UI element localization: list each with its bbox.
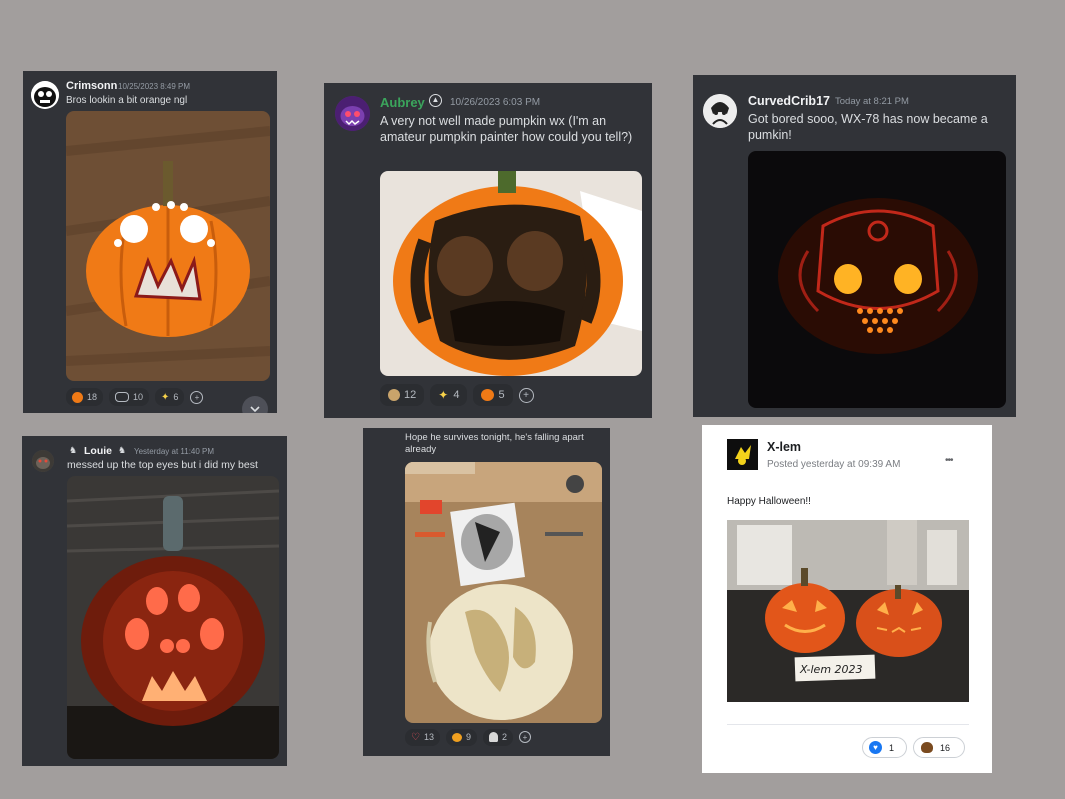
post-text: Happy Halloween!! <box>727 496 811 507</box>
reaction-count: 4 <box>453 389 460 401</box>
avatar[interactable] <box>335 96 370 131</box>
avatar[interactable] <box>32 450 54 472</box>
reaction-count: 18 <box>87 392 98 402</box>
timestamp: Today at 8:21 PM <box>835 96 909 107</box>
poop-icon <box>921 742 933 753</box>
username[interactable]: Louie <box>84 445 112 457</box>
timestamp: 10/26/2023 6:03 PM <box>450 97 541 108</box>
reaction-count: 1 <box>889 742 895 753</box>
painted-pumpkin-photo <box>66 111 270 381</box>
attachment-image[interactable] <box>66 111 270 381</box>
sparkles-icon: ✦ <box>438 388 449 402</box>
jack-o-lantern-icon <box>481 389 495 401</box>
avatar[interactable] <box>703 94 737 128</box>
heart-outline-icon: ♡ <box>411 731 420 743</box>
ghost-icon <box>489 732 498 742</box>
reaction-count: 13 <box>423 732 434 742</box>
sign-text: X-lem 2023 <box>799 663 863 676</box>
username[interactable]: Aubrey <box>380 95 425 110</box>
add-reaction-icon[interactable]: + <box>519 731 532 743</box>
message-card-aubrey: Aubrey ▲ 10/26/2023 6:03 PM A very not w… <box>324 83 652 418</box>
message-text: messed up the top eyes but i did my best <box>67 459 258 471</box>
timestamp: Yesterday at 11:40 PM <box>134 447 215 456</box>
reaction-sparkles[interactable]: ✦ 4 <box>430 384 468 406</box>
timestamp: 10/25/2023 8:49 PM <box>118 82 191 91</box>
reaction-jack-o-lantern[interactable]: 5 <box>473 384 513 406</box>
add-reaction-icon[interactable]: + <box>518 387 534 403</box>
reaction-count: 9 <box>465 732 471 742</box>
scroll-down-button[interactable] <box>242 396 268 413</box>
timestamp: Posted yesterday at 09:39 AM <box>767 459 901 470</box>
reaction-count: 5 <box>498 389 505 401</box>
reaction-bar: 12 ✦ 4 5 + <box>380 384 534 406</box>
bunny-badge-icon: ♞ <box>118 445 127 455</box>
attachment-image[interactable]: X-lem 2023 <box>727 520 969 702</box>
skull-face-icon <box>388 389 400 401</box>
like-heart-icon: ♥ <box>869 741 882 754</box>
reaction-pumpkin[interactable]: 9 <box>445 728 477 746</box>
chevron-down-icon <box>250 406 260 413</box>
reaction-count: 6 <box>173 392 179 402</box>
reaction-bar: ♡ 13 9 2 + <box>405 728 532 746</box>
divider <box>727 724 969 725</box>
reaction-skull[interactable]: 12 <box>380 384 425 406</box>
username[interactable]: Crimsonn <box>66 80 117 92</box>
message-card-curvedcrib17: CurvedCrib17 Today at 8:21 PM Got bored … <box>693 75 1016 417</box>
two-jack-o-lanterns-photo: X-lem 2023 <box>727 520 969 702</box>
reaction-bar: 18 10 ✦ 6 + <box>66 387 204 407</box>
message-text: Hope he survives tonight, he's falling a… <box>405 432 584 456</box>
reaction-count: 12 <box>404 389 417 401</box>
goggles-icon <box>115 392 130 402</box>
reaction-poop[interactable]: 16 <box>913 737 965 758</box>
bunny-badge-icon: ♞ <box>69 445 78 455</box>
reaction-like[interactable]: ♥ 1 <box>862 737 907 758</box>
username[interactable]: CurvedCrib17 <box>748 94 830 108</box>
carved-paw-pumpkin-photo <box>67 476 279 759</box>
message-text: A very not well made pumpkin wx (I'm an … <box>380 114 633 145</box>
reaction-heart[interactable]: ♡ 13 <box>405 728 440 746</box>
ghost-avatar-icon <box>31 81 59 109</box>
painted-pumpkin-photo <box>380 171 642 376</box>
creature-avatar-icon <box>32 450 54 472</box>
reaction-ghost[interactable]: 2 <box>483 728 514 746</box>
forum-post-card-xlem: X-lem Posted yesterday at 09:39 AM ••• H… <box>702 425 992 773</box>
ghost-creature-avatar-icon <box>335 96 370 131</box>
more-options-button[interactable]: ••• <box>945 455 953 466</box>
message-card-crimsonn: Crimsonn 10/25/2023 8:49 PM Bros lookin … <box>23 71 277 413</box>
reaction-count: 2 <box>502 732 508 742</box>
orange-circle-icon <box>72 391 83 403</box>
alarm-clock-badge-icon: ▲ <box>429 94 442 107</box>
attachment-image[interactable] <box>405 462 602 723</box>
sketch-character-avatar-icon <box>703 94 737 128</box>
pumpkin-icon <box>451 732 462 742</box>
reaction-count: 16 <box>940 742 951 753</box>
carved-white-pumpkin-photo <box>405 462 602 723</box>
avatar[interactable] <box>727 439 758 470</box>
attachment-image[interactable] <box>67 476 279 759</box>
message-text: Bros lookin a bit orange ngl <box>66 95 188 106</box>
message-card-white-pumpkin: Hope he survives tonight, he's falling a… <box>363 428 610 756</box>
avatar[interactable] <box>31 81 59 109</box>
reaction-orange[interactable]: 18 <box>66 388 104 406</box>
reaction-goggles[interactable]: 10 <box>109 388 150 406</box>
attachment-image[interactable] <box>380 171 642 376</box>
message-text: Got bored sooo, WX-78 has now became a p… <box>748 112 988 143</box>
reaction-sparkles[interactable]: ✦ 6 <box>155 388 185 406</box>
reaction-count: 10 <box>133 392 144 402</box>
sparkles-icon: ✦ <box>161 391 170 403</box>
message-card-louie: ♞ Louie ♞ Yesterday at 11:40 PM messed u… <box>22 436 287 766</box>
username[interactable]: X-lem <box>767 440 801 454</box>
carved-glowing-pumpkin-photo <box>748 151 1006 408</box>
add-reaction-icon[interactable]: + <box>190 390 204 404</box>
yellow-creature-avatar-icon <box>727 439 758 470</box>
attachment-image[interactable] <box>748 151 1006 408</box>
